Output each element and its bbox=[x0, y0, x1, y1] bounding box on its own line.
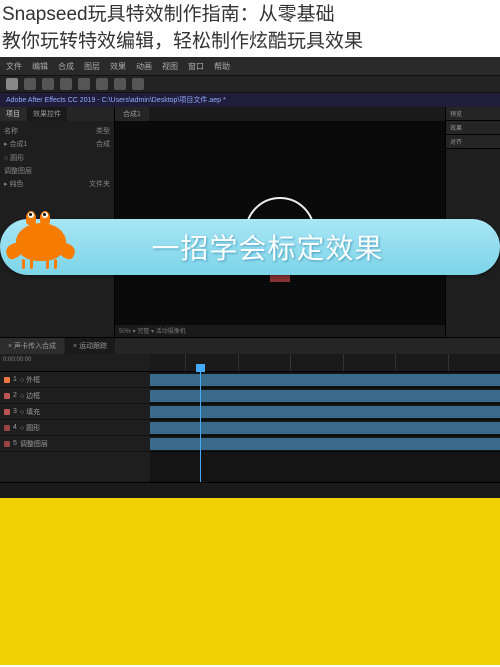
menu-effect[interactable]: 效果 bbox=[110, 61, 126, 72]
project-content: 名称类型 ▸ 合成1合成 ○ 圆形 调整图层 ▸ 纯色文件夹 bbox=[0, 121, 114, 195]
menu-edit[interactable]: 编辑 bbox=[32, 61, 48, 72]
menu-view[interactable]: 视图 bbox=[162, 61, 178, 72]
track-row[interactable] bbox=[150, 388, 500, 404]
project-item[interactable]: ▸ 合成1合成 bbox=[4, 138, 110, 151]
menu-layer[interactable]: 图层 bbox=[84, 61, 100, 72]
layer-row[interactable]: 5调整图层 bbox=[0, 436, 150, 452]
tab-preview[interactable]: 预览 bbox=[446, 107, 500, 121]
tab-effects[interactable]: 效果 bbox=[446, 121, 500, 135]
layer-row[interactable]: 2○ 边框 bbox=[0, 388, 150, 404]
project-panel-tabs: 项目 效果控件 bbox=[0, 107, 114, 121]
layer-row[interactable]: 3○ 填充 bbox=[0, 404, 150, 420]
toolbar bbox=[0, 75, 500, 93]
tab-align[interactable]: 对齐 bbox=[446, 135, 500, 149]
timeline-body: 1○ 外框 2○ 边框 3○ 填充 4○ 圆形 5调整图层 bbox=[0, 372, 500, 482]
track-row[interactable] bbox=[150, 436, 500, 452]
viewer-footer[interactable]: 50% ▾ 完整 ▾ 活动摄像机 bbox=[115, 325, 445, 337]
timeline-time-display[interactable]: 0:00:00:00 bbox=[0, 354, 150, 371]
timeline-tabs: × 声卡传入合成 × 运动跟踪 bbox=[0, 338, 500, 354]
menu-comp[interactable]: 合成 bbox=[58, 61, 74, 72]
menu-window[interactable]: 窗口 bbox=[188, 61, 204, 72]
layer-duration-bar[interactable] bbox=[150, 438, 500, 450]
zoom-tool-icon[interactable] bbox=[42, 78, 54, 90]
timeline-footer bbox=[0, 482, 500, 498]
layer-list: 1○ 外框 2○ 边框 3○ 填充 4○ 圆形 5调整图层 bbox=[0, 372, 150, 482]
project-item[interactable]: ○ 圆形 bbox=[4, 152, 110, 165]
shape-tool-icon[interactable] bbox=[78, 78, 90, 90]
pen-tool-icon[interactable] bbox=[96, 78, 108, 90]
banner-text: 一招学会标定效果 bbox=[151, 227, 383, 267]
hand-tool-icon[interactable] bbox=[24, 78, 36, 90]
menu-file[interactable]: 文件 bbox=[6, 61, 22, 72]
article-title-line2: 教你玩转特效编辑，轻松制作炫酷玩具效果 bbox=[2, 29, 498, 56]
tab-effect-controls[interactable]: 效果控件 bbox=[27, 107, 67, 121]
timeline-tab[interactable]: × 声卡传入合成 bbox=[0, 338, 64, 354]
layer-duration-bar[interactable] bbox=[150, 390, 500, 402]
project-header-row: 名称类型 bbox=[4, 125, 110, 138]
document-titlebar: Adobe After Effects CC 2019 - C:\Users\a… bbox=[0, 93, 500, 107]
layer-duration-bar[interactable] bbox=[150, 406, 500, 418]
viewer-tabs: 合成1 bbox=[115, 107, 445, 121]
layer-row[interactable]: 1○ 外框 bbox=[0, 372, 150, 388]
crab-icon bbox=[8, 211, 73, 266]
timeline-header: 0:00:00:00 bbox=[0, 354, 500, 372]
article-header: AE玩转制作Loading动效 Snapseed玩具特效制作指南：从零基础 教你… bbox=[0, 0, 500, 57]
layer-duration-bar[interactable] bbox=[150, 374, 500, 386]
layer-duration-bar[interactable] bbox=[150, 422, 500, 434]
track-row[interactable] bbox=[150, 404, 500, 420]
brush-tool-icon[interactable] bbox=[132, 78, 144, 90]
tutorial-banner: 一招学会标定效果 bbox=[0, 212, 500, 282]
track-row[interactable] bbox=[150, 420, 500, 436]
menu-help[interactable]: 帮助 bbox=[214, 61, 230, 72]
timeline-panel: × 声卡传入合成 × 运动跟踪 0:00:00:00 1○ 外框 2○ 边框 3… bbox=[0, 337, 500, 497]
layer-row[interactable]: 4○ 圆形 bbox=[0, 420, 150, 436]
menu-anim[interactable]: 动画 bbox=[136, 61, 152, 72]
menubar: 文件 编辑 合成 图层 效果 动画 视图 窗口 帮助 bbox=[0, 57, 500, 75]
viewer-tab-comp[interactable]: 合成1 bbox=[115, 107, 149, 121]
current-time: 0:00:00:00 bbox=[3, 357, 31, 368]
after-effects-window: 文件 编辑 合成 图层 效果 动画 视图 窗口 帮助 Adobe After E… bbox=[0, 57, 500, 487]
timeline-tracks[interactable] bbox=[150, 372, 500, 482]
track-row[interactable] bbox=[150, 372, 500, 388]
tab-project[interactable]: 项目 bbox=[0, 107, 26, 121]
text-tool-icon[interactable] bbox=[114, 78, 126, 90]
timeline-tab[interactable]: × 运动跟踪 bbox=[65, 338, 115, 354]
rotate-tool-icon[interactable] bbox=[60, 78, 72, 90]
project-item[interactable]: ▸ 纯色文件夹 bbox=[4, 178, 110, 191]
selection-tool-icon[interactable] bbox=[6, 78, 18, 90]
banner-background: 一招学会标定效果 bbox=[0, 219, 500, 275]
article-title-line1: Snapseed玩具特效制作指南：从零基础 bbox=[2, 2, 498, 29]
playhead[interactable] bbox=[200, 372, 201, 482]
project-item[interactable]: 调整图层 bbox=[4, 165, 110, 178]
yellow-background-slide bbox=[0, 487, 500, 665]
